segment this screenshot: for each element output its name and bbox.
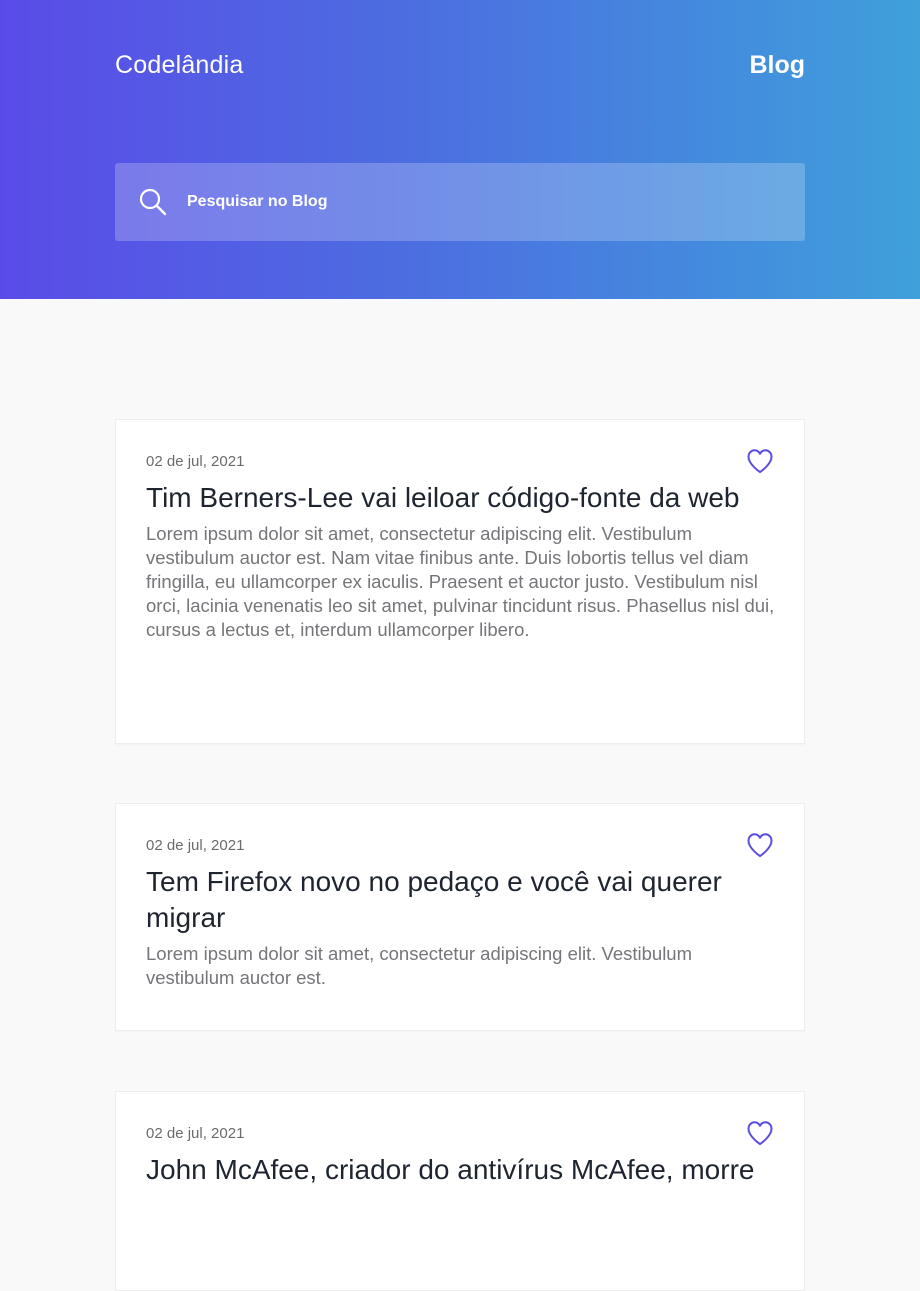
post-excerpt: Lorem ipsum dolor sit amet, consectetur … bbox=[146, 943, 693, 988]
post-date: 02 de jul, 2021 bbox=[146, 1125, 245, 1142]
nav-link-blog[interactable]: Blog bbox=[749, 51, 805, 80]
brand-logo[interactable]: Codelândia bbox=[115, 51, 244, 80]
search-input[interactable] bbox=[187, 182, 805, 222]
heart-outline-icon[interactable] bbox=[746, 1120, 774, 1146]
post-title[interactable]: John McAfee, criador do antivírus McAfee… bbox=[146, 1152, 776, 1188]
post-excerpt: Lorem ipsum dolor sit amet, consectetur … bbox=[146, 523, 775, 640]
post-title[interactable]: Tim Berners-Lee vai leiloar código-fonte… bbox=[146, 480, 776, 516]
post-date: 02 de jul, 2021 bbox=[146, 453, 245, 470]
heart-outline-icon[interactable] bbox=[746, 448, 774, 474]
post-title[interactable]: Tem Firefox novo no pedaço e você vai qu… bbox=[146, 864, 776, 936]
heart-outline-icon[interactable] bbox=[746, 832, 774, 858]
post-date: 02 de jul, 2021 bbox=[146, 837, 245, 854]
top-navigation: Codelândia Blog bbox=[115, 48, 805, 82]
post-card[interactable]: 02 de jul, 2021 John McAfee, criador do … bbox=[115, 1091, 805, 1291]
post-card[interactable]: 02 de jul, 2021 Tim Berners-Lee vai leil… bbox=[115, 419, 805, 744]
search-bar[interactable] bbox=[115, 163, 805, 241]
post-card[interactable]: 02 de jul, 2021 Tem Firefox novo no peda… bbox=[115, 803, 805, 1031]
search-icon[interactable] bbox=[137, 186, 169, 218]
page-header: Codelândia Blog bbox=[0, 0, 920, 299]
